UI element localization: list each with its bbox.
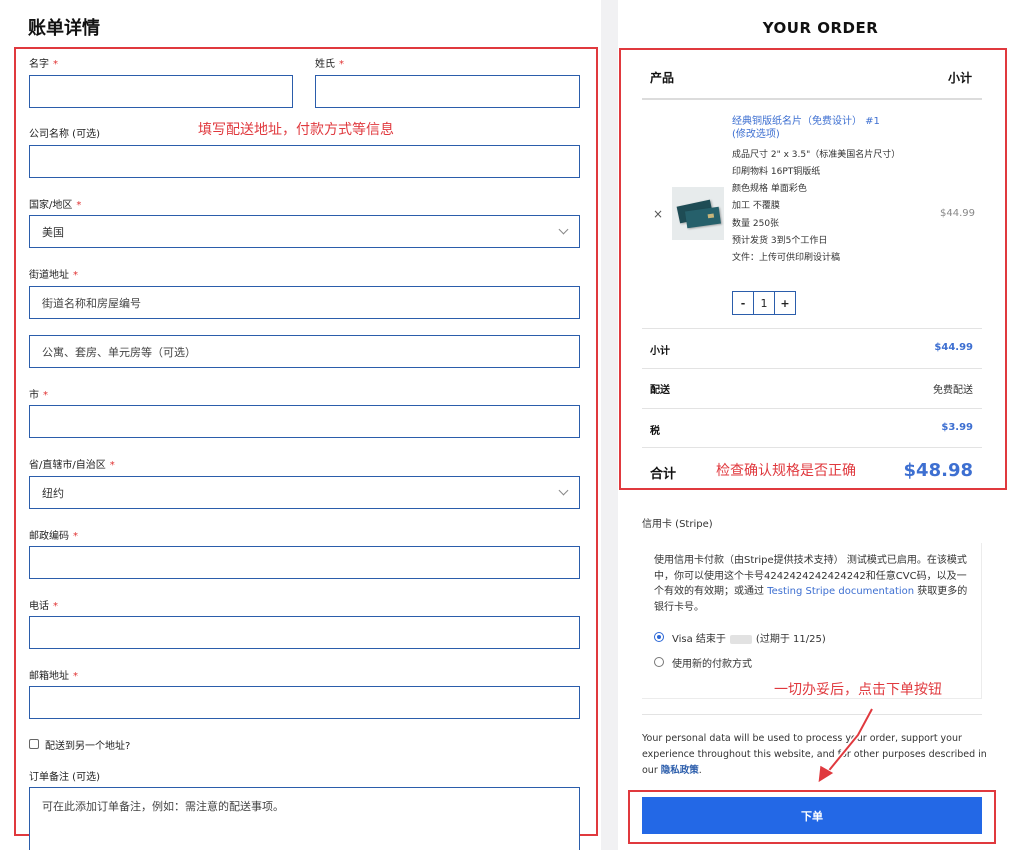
state-label: 省/直辖市/自治区 *	[29, 460, 115, 471]
payment-method-title: 信用卡 (Stripe)	[642, 519, 713, 530]
zip-label: 邮政编码 *	[29, 531, 78, 542]
tax-label: 税	[650, 426, 660, 437]
shipping-label: 配送	[650, 385, 670, 396]
divider	[642, 98, 982, 100]
country-value: 美国	[42, 225, 64, 239]
first-name-label: 名字 *	[29, 59, 58, 70]
billing-title: 账单详情	[28, 18, 100, 39]
spec-quantity: 数量 250张	[732, 219, 780, 229]
total-label: 合计	[650, 467, 677, 482]
annotation-arrow-icon	[817, 707, 875, 784]
divider	[642, 328, 982, 329]
place-order-button[interactable]: 下单	[642, 797, 982, 834]
apartment-input[interactable]: 公寓、套房、单元房等（可选）	[29, 335, 580, 368]
street-label: 街道地址 *	[29, 270, 78, 281]
chevron-down-icon	[558, 224, 569, 235]
last-name-input[interactable]	[315, 75, 580, 108]
masked-card-digits	[729, 634, 752, 644]
order-title: YOUR ORDER	[762, 19, 879, 37]
privacy-policy-link[interactable]: 隐私政策	[661, 765, 699, 776]
notes-label: 订单备注 (可选)	[29, 772, 100, 783]
country-select[interactable]: 美国	[29, 215, 580, 248]
subtotal-value: $44.99	[934, 342, 973, 353]
col-subtotal-header: 小计	[948, 71, 973, 85]
saved-card-radio[interactable]	[654, 632, 664, 642]
last-name-label: 姓氏 *	[315, 59, 344, 70]
quantity-stepper: - 1 +	[732, 291, 796, 315]
first-name-input[interactable]	[29, 75, 293, 108]
new-method-label: 使用新的付款方式	[672, 659, 752, 670]
divider	[642, 447, 982, 448]
shipping-value: 免费配送	[933, 385, 973, 396]
ship-different-checkbox[interactable]	[29, 739, 39, 749]
col-product-header: 产品	[650, 71, 675, 85]
divider	[642, 368, 982, 369]
annotation-check-spec: 检查确认规格是否正确	[716, 463, 856, 479]
spec-size: 成品尺寸 2" x 3.5"（标准美国名片尺寸）	[732, 150, 901, 160]
chevron-down-icon	[558, 485, 569, 496]
email-label: 邮箱地址 *	[29, 671, 78, 682]
ship-different-label: 配送到另一个地址?	[45, 741, 131, 752]
quantity-decrease-button[interactable]: -	[733, 292, 753, 314]
spec-color: 颜色规格 单面彩色	[732, 184, 807, 194]
quantity-increase-button[interactable]: +	[775, 292, 795, 314]
spec-file: 文件：上传可供印刷设计稿	[732, 253, 841, 263]
state-select[interactable]: 纽约	[29, 476, 580, 509]
company-label: 公司名称 (可选)	[29, 129, 100, 140]
divider	[642, 408, 982, 409]
payment-description: 使用信用卡付款（由Stripe提供技术支持） 测试模式已启用。在该模式中，你可以…	[654, 555, 968, 613]
product-thumbnail	[672, 187, 724, 240]
total-value: $48.98	[903, 460, 973, 481]
city-input[interactable]	[29, 405, 580, 438]
new-method-radio[interactable]	[654, 657, 664, 667]
city-label: 市 *	[29, 390, 48, 401]
saved-card-label: Visa 结束于 (过期于 11/25)	[672, 634, 826, 645]
spec-delivery: 预计发货 3到5个工作日	[732, 236, 828, 246]
phone-input[interactable]	[29, 616, 580, 649]
quantity-value[interactable]: 1	[753, 292, 775, 314]
apartment-placeholder: 公寓、套房、单元房等（可选）	[42, 345, 196, 359]
street-input[interactable]: 街道名称和房屋编号	[29, 286, 580, 319]
company-input[interactable]	[29, 145, 580, 178]
country-label: 国家/地区 *	[29, 200, 82, 211]
subtotal-label: 小计	[650, 346, 670, 357]
zip-input[interactable]	[29, 546, 580, 579]
stripe-docs-link[interactable]: Testing Stripe documentation	[767, 586, 914, 597]
email-input[interactable]	[29, 686, 580, 719]
phone-label: 电话 *	[29, 601, 58, 612]
product-price: $44.99	[940, 208, 975, 219]
edit-options-link[interactable]: (修改选项)	[732, 125, 780, 140]
annotation-place-order: 一切办妥后，点击下单按钮	[774, 682, 942, 698]
spec-finish: 加工 不覆膜	[732, 201, 780, 211]
annotation-fill-info: 填写配送地址，付款方式等信息	[198, 122, 394, 138]
notes-textarea[interactable]: 可在此添加订单备注，例如：需注意的配送事项。	[29, 787, 580, 850]
state-value: 纽约	[42, 486, 64, 500]
remove-item-icon[interactable]: ×	[653, 207, 663, 221]
spec-material: 印刷物料 16PT铜版纸	[732, 167, 821, 177]
notes-placeholder: 可在此添加订单备注，例如：需注意的配送事项。	[42, 800, 284, 813]
tax-value: $3.99	[941, 422, 973, 433]
street-placeholder: 街道名称和房屋编号	[42, 296, 141, 310]
